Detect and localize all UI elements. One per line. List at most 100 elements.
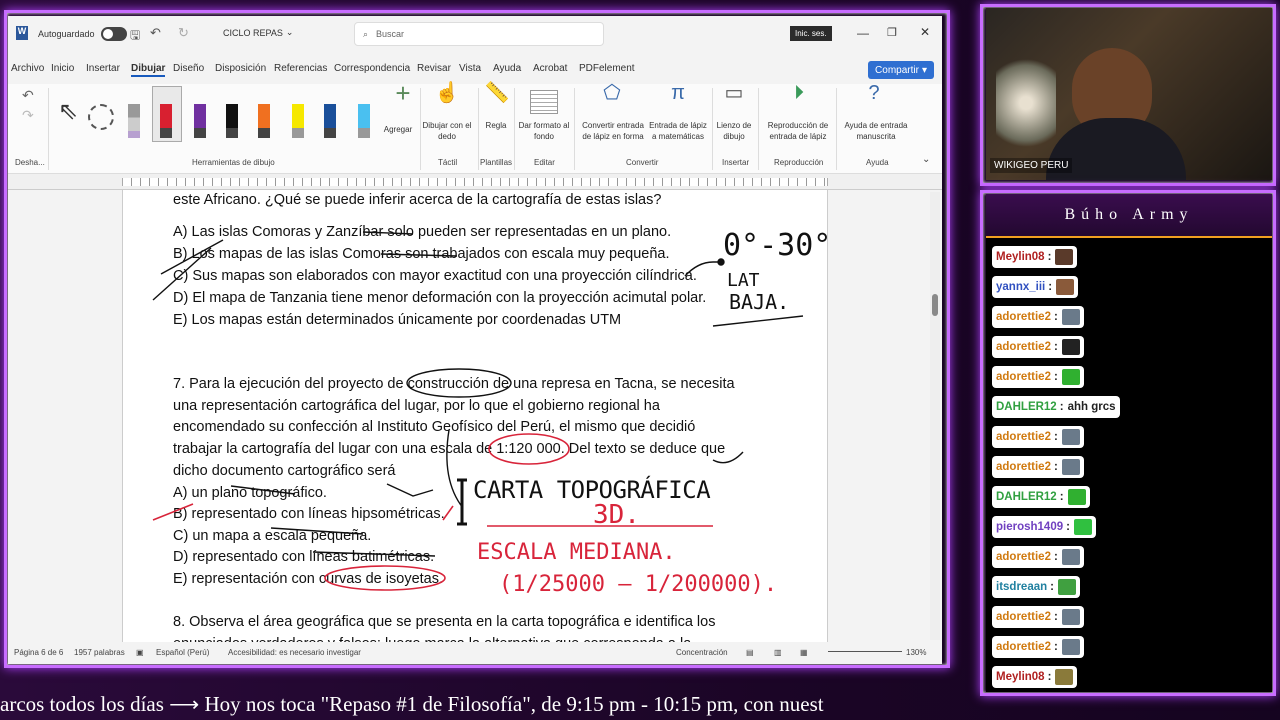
web-layout-icon[interactable]: ▦ — [800, 648, 808, 657]
menu-disposición[interactable]: Disposición — [215, 63, 266, 74]
horizontal-ruler — [8, 174, 942, 190]
proofing-icon[interactable]: ▣ — [136, 648, 144, 657]
autosave-toggle[interactable] — [100, 27, 127, 41]
doc-name[interactable]: CICLO REPAS — [223, 28, 283, 38]
circle-scale — [488, 433, 570, 465]
menu-acrobat[interactable]: Acrobat — [533, 63, 567, 74]
search-box[interactable]: ⌕ Buscar — [354, 22, 604, 46]
undo-ink-icon[interactable]: ↶ — [22, 88, 34, 102]
zoom-slider[interactable] — [828, 651, 902, 652]
group-undo: Desha... — [15, 158, 45, 167]
restore-icon[interactable]: ❐ — [887, 26, 897, 39]
menu-dibujar[interactable]: Dibujar — [131, 63, 166, 77]
format-background-icon[interactable] — [530, 90, 558, 114]
chat-username[interactable]: adorettie2 — [996, 431, 1051, 443]
accessibility-status[interactable]: Accesibilidad: es necesario investigar — [228, 648, 361, 657]
cyan-highlighter-icon[interactable] — [358, 104, 370, 138]
chat-username[interactable]: adorettie2 — [996, 341, 1051, 353]
menu-inicio[interactable]: Inicio — [51, 63, 74, 74]
ink-to-shape-label[interactable]: Convertir entrada de lápiz en forma — [578, 120, 648, 142]
chat-username[interactable]: adorettie2 — [996, 551, 1051, 563]
focus-mode[interactable]: Concentración — [676, 648, 728, 657]
menu-ayuda[interactable]: Ayuda — [493, 63, 521, 74]
orange-pen-icon[interactable] — [258, 104, 270, 138]
chat-username[interactable]: adorettie2 — [996, 641, 1051, 653]
vertical-scrollbar[interactable] — [930, 192, 940, 640]
ink-to-shape-icon[interactable]: ⬠ — [600, 83, 624, 103]
black-pen-icon[interactable] — [226, 104, 238, 138]
stream-overlay: W Autoguardado 🖫 ↶ ↻ CICLO REPAS ⌄ ⌕ Busca… — [0, 0, 1280, 720]
ink-3d: 3D. — [593, 500, 640, 530]
chat-message: adorettie2: — [992, 306, 1084, 328]
ruler-icon[interactable]: 📏 — [482, 83, 512, 103]
read-mode-icon[interactable]: ▤ — [746, 648, 754, 657]
add-pen-label[interactable]: Agregar — [378, 124, 418, 135]
add-pen-icon[interactable]: + — [388, 80, 418, 106]
signin-button[interactable]: Inic. ses. — [790, 26, 832, 41]
chat-username[interactable]: Meylin08 — [996, 671, 1045, 683]
format-background-label[interactable]: Dar formato al fondo — [516, 120, 572, 142]
strike-trabajados — [380, 253, 458, 257]
purple-pen-icon[interactable] — [194, 104, 206, 138]
menu-diseño[interactable]: Diseño — [173, 63, 204, 74]
page-count[interactable]: Página 6 de 6 — [14, 648, 63, 657]
emote-icon — [1073, 519, 1092, 535]
scroll-thumb[interactable] — [932, 294, 938, 316]
print-layout-icon[interactable]: ▥ — [774, 648, 782, 657]
menu-pdfelement[interactable]: PDFelement — [579, 63, 635, 74]
replay-icon[interactable]: ⏵ — [786, 83, 812, 103]
chat-username[interactable]: adorettie2 — [996, 311, 1051, 323]
canvas-label[interactable]: Lienzo de dibujo — [714, 120, 754, 142]
strike-C-check — [160, 239, 224, 275]
share-button[interactable]: Compartir ▾ — [868, 61, 934, 79]
chat-username[interactable]: adorettie2 — [996, 611, 1051, 623]
close-icon[interactable]: ✕ — [920, 25, 930, 39]
eraser-icon[interactable] — [128, 104, 140, 138]
chat-username[interactable]: pierosh1409 — [996, 521, 1063, 533]
search-input[interactable]: Buscar — [376, 29, 404, 39]
chat-message: adorettie2: — [992, 426, 1084, 448]
minimize-icon[interactable]: — — [857, 26, 869, 40]
word-count[interactable]: 1957 palabras — [74, 648, 125, 657]
chat-username[interactable]: DAHLER12 — [996, 401, 1057, 413]
document-page[interactable]: este Africano. ¿Qué se puede inferir ace… — [122, 190, 828, 642]
help-icon[interactable]: ? — [862, 83, 886, 103]
chat-username[interactable]: Meylin08 — [996, 251, 1045, 263]
ink-to-math-icon[interactable]: π — [666, 83, 690, 103]
undo-icon[interactable]: ↶ — [150, 25, 161, 41]
redo-icon[interactable]: ↻ — [178, 25, 189, 41]
chat-username[interactable]: itsdreaan — [996, 581, 1047, 593]
draw-finger-icon[interactable]: ☝ — [430, 83, 464, 103]
menu-insertar[interactable]: Insertar — [86, 63, 120, 74]
lasso-icon[interactable] — [88, 104, 114, 130]
help-ink-label[interactable]: Ayuda de entrada manuscrita — [840, 120, 912, 142]
ink-to-math-label[interactable]: Entrada de lápiz a matemáticas — [646, 120, 710, 142]
strike-plano-2 — [230, 485, 296, 495]
ruler-label[interactable]: Regla — [478, 120, 514, 131]
canvas-icon[interactable]: ▭ — [722, 83, 746, 103]
menu-referencias[interactable]: Referencias — [274, 63, 327, 74]
replay-label[interactable]: Reproducción de entrada de lápiz — [762, 120, 834, 142]
menu-archivo[interactable]: Archivo — [11, 63, 44, 74]
menu-vista[interactable]: Vista — [459, 63, 481, 74]
language[interactable]: Español (Perú) — [156, 648, 209, 657]
menu-correspondencia[interactable]: Correspondencia — [334, 63, 410, 74]
menu-revisar[interactable]: Revisar — [417, 63, 451, 74]
blue-pen-icon[interactable] — [324, 104, 336, 138]
chat-username[interactable]: adorettie2 — [996, 461, 1051, 473]
red-pen-icon[interactable] — [160, 104, 172, 138]
save-icon[interactable]: 🖫 — [130, 26, 140, 47]
chat-message: adorettie2: — [992, 606, 1084, 628]
cam-label: WIKIGEO PERU — [990, 158, 1073, 173]
chat-username[interactable]: adorettie2 — [996, 371, 1051, 383]
zoom-level[interactable]: 130% — [906, 648, 926, 657]
emote-icon — [1061, 609, 1080, 625]
chat-username[interactable]: yannx_iii — [996, 281, 1045, 293]
chat-username[interactable]: DAHLER12 — [996, 491, 1057, 503]
draw-finger-label[interactable]: Dibujar con el dedo — [420, 120, 474, 142]
emote-icon — [1057, 579, 1076, 595]
select-pointer-icon[interactable]: ⇖ — [58, 100, 78, 124]
yellow-highlighter-icon[interactable] — [292, 104, 304, 138]
redo-ink-icon[interactable]: ↷ — [22, 108, 34, 122]
collapse-ribbon-icon[interactable]: ⌄ — [922, 154, 930, 165]
